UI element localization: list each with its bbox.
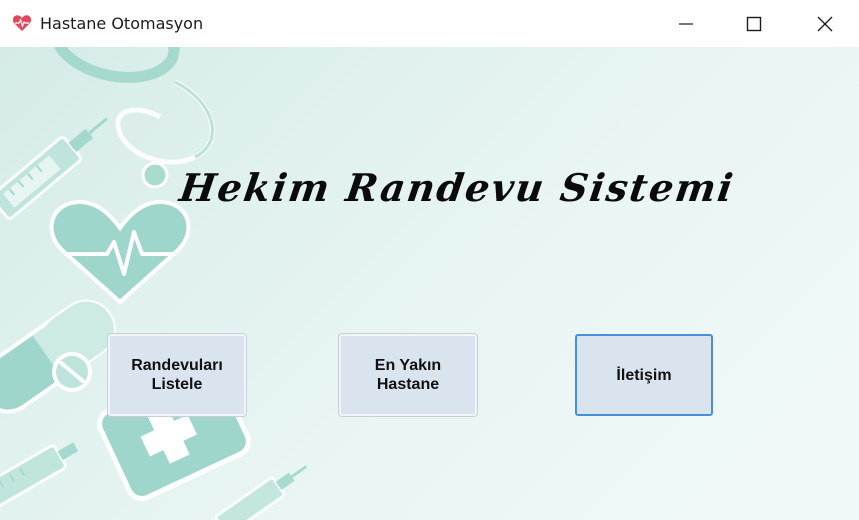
medical-decoration	[0, 47, 308, 520]
close-icon	[817, 16, 833, 31]
contact-button[interactable]: İletişim	[575, 334, 713, 416]
list-appointments-button[interactable]: Randevuları Listele	[108, 334, 246, 416]
heart-icon	[12, 15, 32, 31]
nearest-hospital-button[interactable]: En Yakın Hastane	[339, 334, 477, 416]
app-window: Hastane Otomasyon Hekim Randevu Sistemi …	[0, 0, 859, 520]
minimize-button[interactable]	[652, 0, 720, 47]
form-body: Hekim Randevu Sistemi Randevuları Listel…	[0, 47, 859, 520]
title-bar[interactable]: Hastane Otomasyon	[0, 0, 859, 47]
page-title: Hekim Randevu Sistemi	[176, 165, 738, 210]
maximize-icon	[746, 16, 762, 31]
maximize-button[interactable]	[720, 0, 788, 47]
minimize-icon	[679, 22, 693, 25]
window-title: Hastane Otomasyon	[40, 14, 204, 33]
close-button[interactable]	[791, 0, 859, 47]
